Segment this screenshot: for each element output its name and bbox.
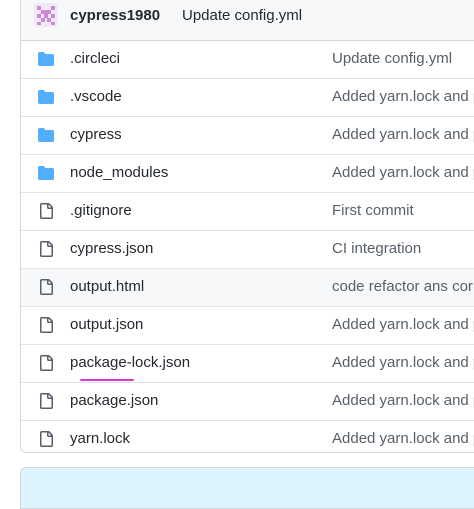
file-row-cypress-json[interactable]: cypress.json CI integration	[21, 231, 474, 269]
commit-message-link[interactable]: Added yarn.lock and p	[332, 354, 474, 371]
file-name-link[interactable]: package.json	[70, 392, 158, 409]
folder-icon	[38, 127, 54, 143]
identicon-avatar[interactable]	[34, 3, 58, 27]
file-name-link[interactable]: output.html	[70, 278, 144, 295]
commit-message-link[interactable]: code refactor ans cor	[332, 278, 473, 295]
commit-message-link[interactable]: Update config.yml	[182, 7, 302, 24]
commit-message-link[interactable]: Added yarn.lock and p	[332, 392, 474, 409]
file-row-dot-gitignore[interactable]: .gitignore First commit	[21, 193, 474, 231]
file-row-dot-circleci[interactable]: .circleci Update config.yml	[21, 41, 474, 79]
commit-author-link[interactable]: cypress1980	[70, 7, 160, 24]
file-row-dot-vscode[interactable]: .vscode Added yarn.lock and p	[21, 79, 474, 117]
file-name-link[interactable]: .vscode	[70, 88, 122, 105]
commit-message-link[interactable]: Added yarn.lock and p	[332, 316, 474, 333]
commit-message-link[interactable]: Added yarn.lock and p	[332, 430, 474, 447]
file-row-node_modules[interactable]: node_modules Added yarn.lock and p	[21, 155, 474, 193]
file-list: cypress1980 Update config.yml .circleci U…	[20, 0, 474, 453]
file-row-output-html[interactable]: output.html code refactor ans cor	[21, 269, 474, 307]
file-row-package-json[interactable]: package.json Added yarn.lock and p	[21, 383, 474, 421]
file-icon	[38, 393, 54, 409]
file-name-link[interactable]: yarn.lock	[70, 430, 130, 447]
file-icon	[38, 203, 54, 219]
latest-commit-bar: cypress1980 Update config.yml	[21, 0, 474, 41]
file-icon	[38, 355, 54, 371]
file-row-cypress[interactable]: cypress Added yarn.lock and p	[21, 117, 474, 155]
file-name-link[interactable]: node_modules	[70, 164, 168, 181]
commit-message-link[interactable]: Added yarn.lock and p	[332, 88, 474, 105]
readme-header	[20, 467, 474, 509]
file-name-link[interactable]: cypress	[70, 126, 122, 143]
file-icon	[38, 279, 54, 295]
commit-message-link[interactable]: Added yarn.lock and p	[332, 164, 474, 181]
file-icon	[38, 431, 54, 447]
folder-icon	[38, 89, 54, 105]
file-name-link[interactable]: .gitignore	[70, 202, 132, 219]
file-rows: .circleci Update config.yml .vscode Added y…	[21, 41, 474, 452]
commit-message-link[interactable]: Added yarn.lock and p	[332, 126, 474, 143]
commit-message-link[interactable]: First commit	[332, 202, 414, 219]
file-icon	[38, 317, 54, 333]
folder-icon	[38, 51, 54, 67]
file-name-link[interactable]: .circleci	[70, 50, 120, 67]
file-row-yarn-lock[interactable]: yarn.lock Added yarn.lock and p	[21, 421, 474, 452]
file-row-package-lock-json[interactable]: package-lock.json Added yarn.lock and p	[21, 345, 474, 383]
commit-message-link[interactable]: Update config.yml	[332, 50, 452, 67]
folder-icon	[38, 165, 54, 181]
commit-message-link[interactable]: CI integration	[332, 240, 421, 257]
file-name-link[interactable]: cypress.json	[70, 240, 153, 257]
file-icon	[38, 241, 54, 257]
annotation-underline	[80, 379, 134, 381]
file-name-link[interactable]: package-lock.json	[70, 354, 190, 371]
file-row-output-json[interactable]: output.json Added yarn.lock and p	[21, 307, 474, 345]
file-name-link[interactable]: output.json	[70, 316, 143, 333]
